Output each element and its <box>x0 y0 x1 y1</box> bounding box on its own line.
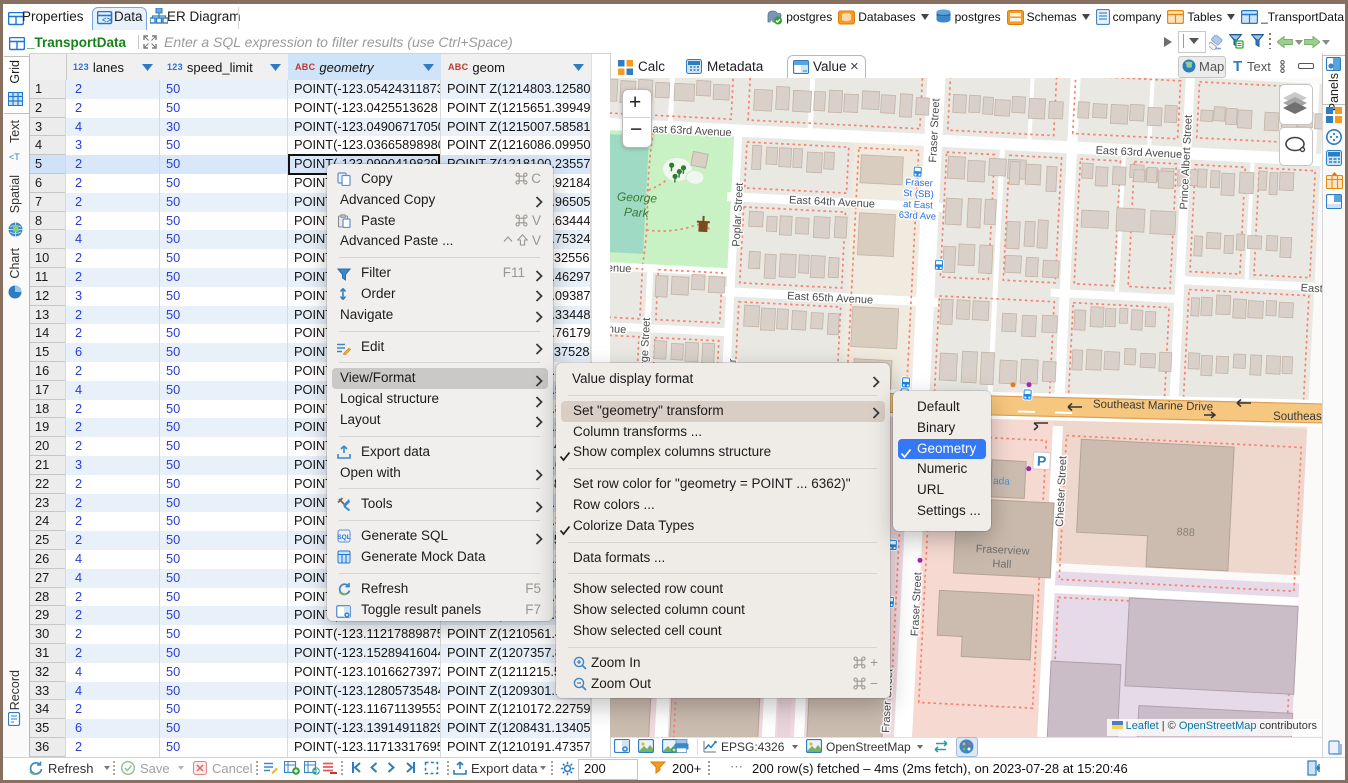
svg-text:Southeast: Southeast <box>1273 411 1322 423</box>
svg-text:P: P <box>1037 453 1047 469</box>
svg-text:George: George <box>617 190 658 206</box>
svg-text:SQL: SQL <box>337 534 350 541</box>
svg-text:63rd Ave: 63rd Ave <box>898 210 936 223</box>
svg-text:Hall: Hall <box>992 558 1012 571</box>
svg-text:Park: Park <box>624 205 650 220</box>
svg-text:888: 888 <box>1176 526 1195 539</box>
svg-text:ada: ada <box>993 476 1011 488</box>
svg-text:<>: <> <box>102 16 112 25</box>
